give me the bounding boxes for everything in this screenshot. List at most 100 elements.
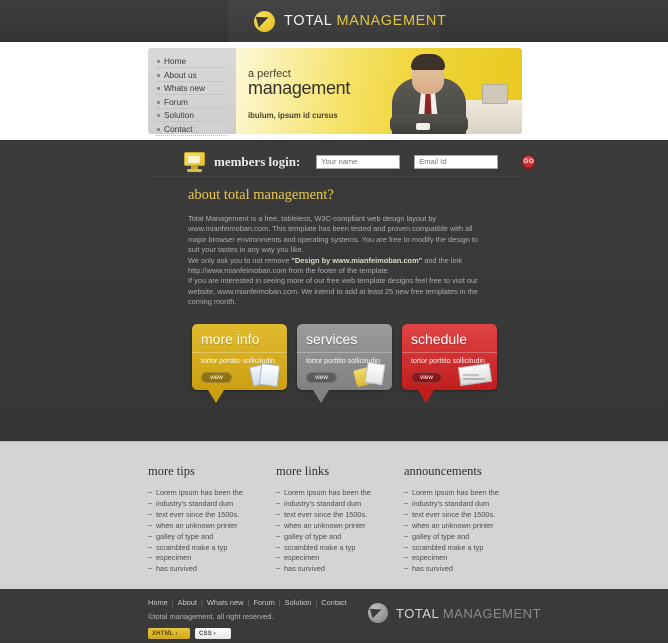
copyright-text: ©total management. all right reserved. [148, 612, 274, 621]
column-list: Lorem Ipsum has been the industry's stan… [148, 488, 276, 575]
list-item[interactable]: scrambled make a typ [404, 543, 532, 553]
footer-columns-section: more tips Lorem Ipsum has been the indus… [0, 441, 668, 589]
footer-separator: | [315, 598, 318, 607]
column-more-tips: more tips Lorem Ipsum has been the indus… [148, 464, 276, 575]
list-item[interactable]: has survived [404, 564, 532, 574]
column-heading: more links [276, 464, 330, 478]
list-item[interactable]: galley of type and [276, 532, 404, 542]
column-list: Lorem Ipsum has been the industry's stan… [276, 488, 404, 575]
column-more-links: more links Lorem Ipsum has been the indu… [276, 464, 404, 575]
footer-logo-primary: TOTAL [396, 605, 439, 621]
main-content-area: members login: GO about total management… [0, 140, 668, 441]
column-heading: more tips [148, 464, 195, 478]
footer-link-forum[interactable]: Forum [253, 598, 274, 607]
list-item[interactable]: especimen [404, 553, 532, 563]
about-paragraph-3: If you are interested in seeing more of … [188, 276, 478, 307]
nav-item-forum[interactable]: Forum [156, 96, 228, 109]
list-item[interactable]: text ever since the 1500s. [404, 510, 532, 520]
column-list: Lorem Ipsum has been the industry's stan… [404, 488, 532, 575]
xhtml-badge[interactable]: XHTML › [148, 628, 190, 639]
banner-section: Home About us Whats new Forum Solution C… [0, 42, 668, 140]
callout-boxes: more info tortor porttito sollicitudin v… [192, 324, 497, 403]
logo-primary-text: TOTAL [284, 13, 332, 29]
callout-title: services [297, 324, 392, 353]
about-p2-bold: "Design by www.mianfeimoban.com" [291, 255, 423, 265]
about-heading: about total management? [188, 187, 334, 203]
page-root: TOTAL MANAGEMENT Home About us Whats new… [0, 0, 668, 643]
list-item[interactable]: Lorem Ipsum has been the [276, 488, 404, 498]
nav-item-about-us[interactable]: About us [156, 69, 228, 82]
css-badge[interactable]: CSS › [195, 628, 231, 639]
callout-tail [208, 390, 224, 403]
callout-title: schedule [402, 324, 497, 353]
footer-logo-secondary: MANAGEMENT [442, 605, 542, 621]
list-item[interactable]: industry's standard dum [148, 499, 276, 509]
list-item[interactable]: industry's standard dum [276, 499, 404, 509]
callout-title: more info [192, 324, 287, 353]
list-item[interactable]: galley of type and [148, 532, 276, 542]
nav-item-solution[interactable]: Solution [156, 109, 228, 122]
callout-view-button[interactable]: view [411, 372, 442, 383]
monitor-icon [184, 151, 206, 172]
validation-badges: XHTML › CSS › [148, 628, 347, 639]
about-paragraph-2: We only ask you to not remove "Design by… [188, 256, 490, 277]
list-item[interactable]: industry's standard dum [404, 499, 532, 509]
footer-link-home[interactable]: Home [148, 598, 168, 607]
list-item[interactable]: scrambled make a typ [148, 543, 276, 553]
callout-tail [418, 390, 434, 403]
list-item[interactable]: especimen [148, 553, 276, 563]
nav-item-contact[interactable]: Contact [156, 123, 228, 136]
list-item[interactable]: galley of type and [404, 532, 532, 542]
list-item[interactable]: scrambled make a typ [276, 543, 404, 553]
callout-box-more-info[interactable]: more info tortor porttito sollicitudin v… [192, 324, 287, 403]
main-navigation: Home About us Whats new Forum Solution C… [148, 48, 236, 136]
header-logo-block[interactable]: TOTAL MANAGEMENT [228, 0, 446, 42]
column-heading: announcements [404, 464, 482, 478]
bottom-footer: Home | About | Whats new | Forum | Solution | Cont… [0, 589, 668, 643]
footer-left-block: Home | About | Whats new | Forum | Solution | Cont… [148, 598, 347, 643]
hero-banner-text: a perfect management [248, 68, 350, 98]
footer-separator: | [247, 598, 250, 607]
list-item[interactable]: has survived [276, 564, 404, 574]
hero-subtitle: ibulum, ipsum id cursus [248, 111, 338, 120]
folder-documents-icon [353, 357, 388, 388]
callout-view-button[interactable]: view [201, 372, 232, 383]
about-p2-pre: We only ask you to not remove [188, 255, 292, 265]
footer-links: Home | About | Whats new | Forum | Solution | Cont… [148, 598, 347, 607]
callout-box-schedule[interactable]: schedule tortor porttito sollicitudin vi… [402, 324, 497, 403]
dart-circle-icon [254, 10, 275, 32]
callout-view-button[interactable]: view [306, 372, 337, 383]
list-item[interactable]: Lorem Ipsum has been the [148, 488, 276, 498]
businessman-photo [354, 48, 522, 134]
column-announcements: announcements Lorem Ipsum has been the i… [404, 464, 532, 575]
footer-separator: | [278, 598, 281, 607]
about-section: about total management? Total Management… [188, 187, 490, 308]
footer-link-about[interactable]: About [178, 598, 197, 607]
username-input[interactable] [316, 154, 401, 169]
footer-logo-block[interactable]: TOTAL MANAGEMENT [368, 603, 541, 623]
site-logo-text: TOTAL MANAGEMENT [284, 13, 446, 29]
books-icon [249, 357, 283, 388]
list-item[interactable]: when an unknown printer [148, 521, 276, 531]
footer-logo-text: TOTAL MANAGEMENT [396, 606, 541, 621]
list-item[interactable]: when an unknown printer [404, 521, 532, 531]
callout-box-services[interactable]: services tortor porttito sollicitudin vi… [297, 324, 392, 403]
members-login-bar: members login: GO [148, 147, 536, 177]
nav-item-home[interactable]: Home [156, 55, 228, 68]
email-input[interactable] [414, 154, 499, 169]
list-item[interactable]: Lorem Ipsum has been the [404, 488, 532, 498]
footer-separator: | [200, 598, 203, 607]
list-item[interactable]: when an unknown printer [276, 521, 404, 531]
nav-item-whats-new[interactable]: Whats new [156, 82, 228, 95]
members-login-label: members login: [214, 153, 301, 169]
list-item[interactable]: text ever since the 1500s. [148, 510, 276, 520]
footer-link-solution[interactable]: Solution [285, 598, 312, 607]
login-go-button[interactable]: GO [522, 154, 536, 169]
list-item[interactable]: has survived [148, 564, 276, 574]
footer-link-whats-new[interactable]: Whats new [207, 598, 244, 607]
footer-link-contact[interactable]: Contact [321, 598, 346, 607]
list-item[interactable]: text ever since the 1500s. [276, 510, 404, 520]
logo-secondary-text: MANAGEMENT [336, 13, 447, 29]
list-item[interactable]: especimen [276, 553, 404, 563]
about-paragraph-1: Total Management is a free, tableless, W… [188, 214, 479, 255]
